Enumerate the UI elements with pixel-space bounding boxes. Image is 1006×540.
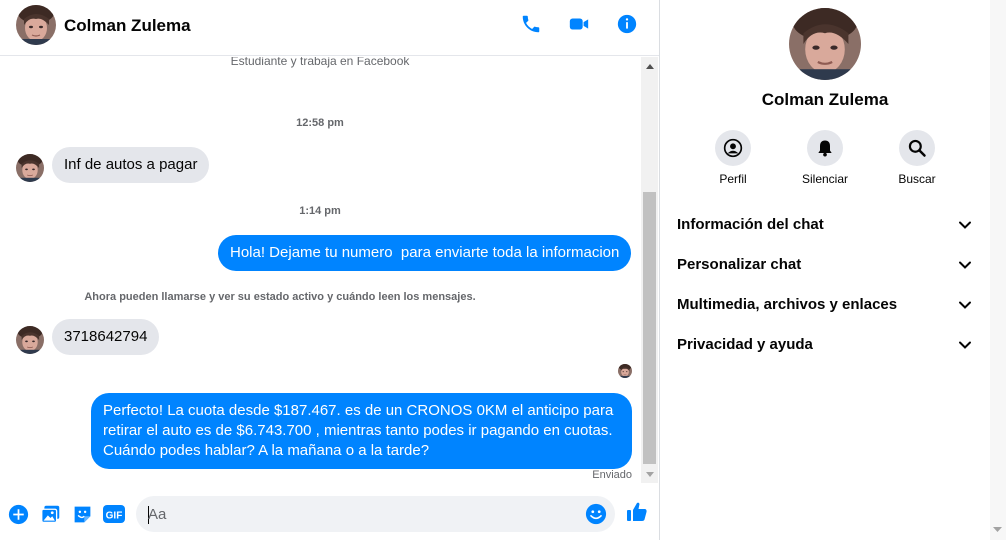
mute-action[interactable]: Silenciar <box>797 130 853 186</box>
section-label: Personalizar chat <box>677 255 802 273</box>
section-customize-chat[interactable]: Personalizar chat <box>660 244 990 284</box>
profile-action[interactable]: Perfil <box>705 130 761 186</box>
message-scrollbar[interactable] <box>641 57 658 483</box>
contact-avatar[interactable] <box>16 5 56 45</box>
message-input-wrapper <box>136 496 615 532</box>
section-privacy-help[interactable]: Privacidad y ayuda <box>660 324 990 364</box>
info-contact-name: Colman Zulema <box>761 90 889 109</box>
info-actions: Perfil Silenciar Buscar <box>660 130 990 186</box>
scroll-down-arrow-icon[interactable] <box>993 520 1002 538</box>
search-label: Buscar <box>898 172 936 186</box>
chevron-down-icon[interactable] <box>958 218 972 232</box>
outgoing-message[interactable]: Hola! Dejame tu numero para enviarte tod… <box>218 235 632 271</box>
info-avatar[interactable] <box>789 8 861 80</box>
gif-icon[interactable]: GIF <box>103 503 125 525</box>
info-icon[interactable] <box>615 12 639 36</box>
scroll-up-arrow-icon[interactable] <box>641 57 658 74</box>
sticker-icon[interactable] <box>71 503 93 525</box>
info-sections: Información del chat Personalizar chat M… <box>660 204 990 364</box>
chevron-down-icon[interactable] <box>958 298 972 312</box>
contact-intro: Estudiante y trabaja en Facebook <box>230 57 410 68</box>
profile-icon[interactable] <box>715 130 751 166</box>
message-avatar[interactable] <box>16 154 44 182</box>
scroll-thumb[interactable] <box>643 192 656 464</box>
section-label: Información del chat <box>677 215 824 233</box>
sent-status: Enviado <box>592 469 632 481</box>
phone-icon[interactable] <box>519 12 543 36</box>
info-scrollbar[interactable] <box>990 0 1006 540</box>
timestamp: 1:14 pm <box>299 205 341 217</box>
system-notice: Ahora pueden llamarse y ver su estado ac… <box>84 291 476 303</box>
message-input[interactable] <box>148 496 578 532</box>
bell-icon[interactable] <box>807 130 843 166</box>
read-receipt-avatar <box>618 364 632 378</box>
search-action[interactable]: Buscar <box>889 130 945 186</box>
emoji-icon[interactable] <box>585 503 607 525</box>
message-line: Perfecto! La cuota desde $187.467. es de… <box>103 402 614 419</box>
message-line: retirar el auto es de $6.743.700 , mient… <box>103 422 613 439</box>
contact-name[interactable]: Colman Zulema <box>64 16 191 36</box>
incoming-message[interactable]: 3718642794 <box>52 319 160 355</box>
plus-circle-icon[interactable] <box>7 503 29 525</box>
message-avatar[interactable] <box>16 326 44 354</box>
chat-header: Colman Zulema <box>0 0 659 56</box>
section-label: Multimedia, archivos y enlaces <box>677 295 898 313</box>
conversation-info-panel: Colman Zulema Perfil Silenciar Buscar In… <box>660 0 990 540</box>
video-call-icon[interactable] <box>567 12 591 36</box>
outgoing-message[interactable]: Perfecto! La cuota desde $187.467. es de… <box>91 393 632 469</box>
thumbs-up-icon[interactable] <box>625 500 649 524</box>
section-chat-info[interactable]: Información del chat <box>660 204 990 244</box>
search-icon[interactable] <box>899 130 935 166</box>
chevron-down-icon[interactable] <box>958 338 972 352</box>
chat-panel: Colman Zulema Estudiante y trabaja en Fa… <box>0 0 660 540</box>
message-composer: GIF <box>0 484 659 540</box>
section-media-files-links[interactable]: Multimedia, archivos y enlaces <box>660 284 990 324</box>
scroll-down-arrow-icon[interactable] <box>641 466 658 483</box>
photo-icon[interactable] <box>39 503 61 525</box>
incoming-message[interactable]: Inf de autos a pagar <box>52 147 210 183</box>
chevron-down-icon[interactable] <box>958 258 972 272</box>
message-line: Cuándo podes hablar? A la mañana o a la … <box>103 442 430 459</box>
profile-label: Perfil <box>719 172 747 186</box>
gif-label: GIF <box>106 511 123 522</box>
mute-label: Silenciar <box>801 172 849 186</box>
message-list[interactable]: Estudiante y trabaja en Facebook 12:58 p… <box>0 57 644 483</box>
section-label: Privacidad y ayuda <box>677 335 813 353</box>
timestamp: 12:58 pm <box>296 117 344 129</box>
